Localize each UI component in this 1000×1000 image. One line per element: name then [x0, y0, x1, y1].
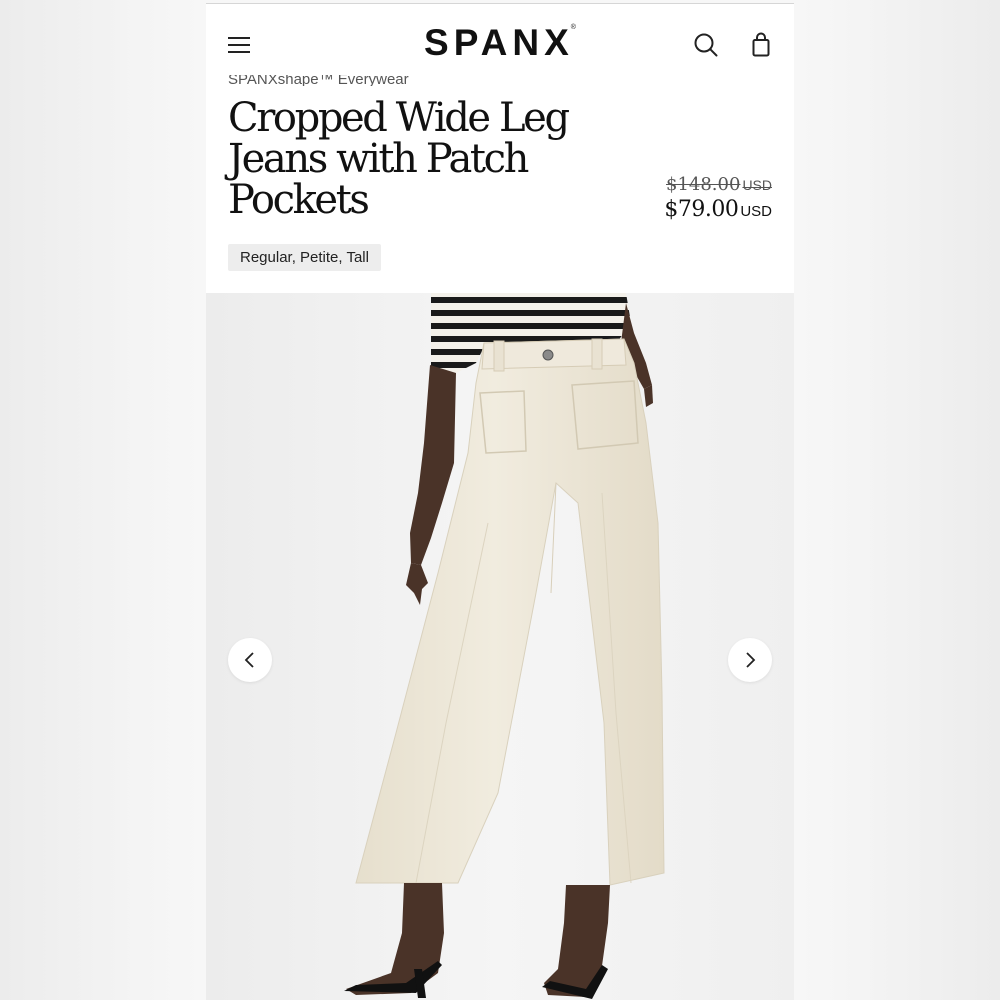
- cart-button[interactable]: [750, 32, 772, 58]
- original-price-currency: USD: [742, 177, 772, 193]
- size-range-badge[interactable]: Regular, Petite, Tall: [228, 244, 381, 271]
- brand-logo-text: SPANX: [424, 22, 574, 63]
- sale-price-value: $79.00: [664, 197, 739, 222]
- app-screen: SPANX® SPANXshape™ Everywear Cropped Wid…: [206, 3, 794, 1000]
- search-icon: [694, 33, 718, 57]
- previous-image-button[interactable]: [228, 638, 272, 682]
- product-header: SPANX® SPANXshape™ Everywear Cropped Wid…: [206, 4, 794, 293]
- sale-price-currency: USD: [740, 203, 772, 220]
- chevron-right-icon: [746, 652, 756, 668]
- jeans-button: [542, 349, 554, 361]
- price-block: $148.00 USD $79.00 USD: [664, 174, 772, 222]
- search-button[interactable]: [693, 32, 719, 58]
- next-image-button[interactable]: [728, 638, 772, 682]
- product-title: Cropped Wide Leg Jeans with Patch Pocket…: [228, 95, 570, 223]
- original-price-value: $148.00: [666, 174, 741, 195]
- product-photo: [206, 293, 794, 1000]
- original-price: $148.00 USD: [664, 174, 772, 195]
- registered-mark: ®: [570, 24, 576, 31]
- chevron-left-icon: [244, 652, 254, 668]
- shopping-bag-icon: [752, 32, 770, 57]
- sale-price: $79.00 USD: [664, 197, 772, 222]
- product-image-gallery[interactable]: [206, 293, 794, 1000]
- breadcrumb[interactable]: SPANXshape™ Everywear: [228, 75, 409, 86]
